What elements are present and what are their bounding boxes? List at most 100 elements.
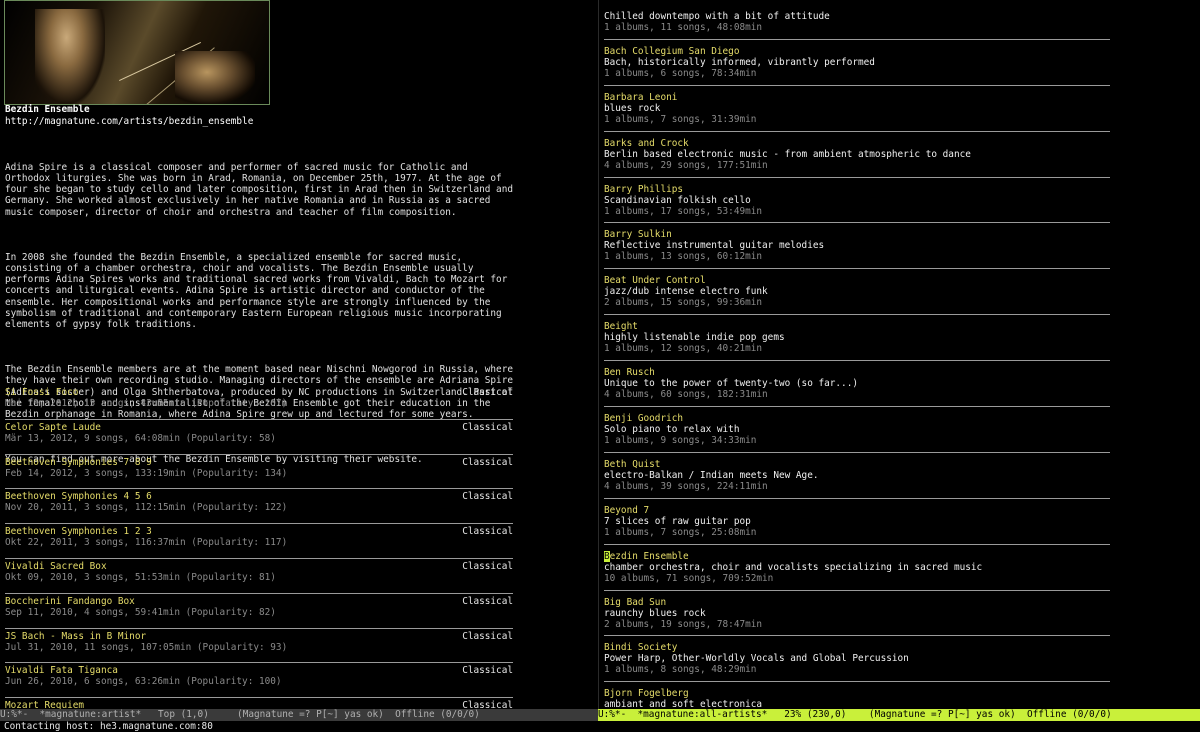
album-row[interactable]: Beethoven Symphonies 4 5 6 Classical Nov 2… xyxy=(5,489,513,525)
artist-row[interactable]: Benji Goodrich Solo piano to relax with 1 … xyxy=(604,407,1110,453)
album-genre: Classical xyxy=(462,595,513,607)
artist-row-name[interactable]: Big Bad Sun xyxy=(604,597,666,608)
artist-row-description: jazz/dub intense electro funk xyxy=(604,286,768,298)
artist-row-stats: 10 albums, 71 songs, 709:52min xyxy=(604,572,774,584)
artist-row[interactable]: Beat Under Control jazz/dub intense elect… xyxy=(604,269,1110,316)
artist-row[interactable]: Beyond 77 slices of raw guitar pop 1 albu… xyxy=(604,499,1110,545)
album-genre: Classical xyxy=(462,491,513,503)
artist-row-description: Bach, historically informed, vibrantly p… xyxy=(604,56,875,68)
artist-row-description: Berlin based electronic music - from amb… xyxy=(604,148,971,160)
artist-name: Bezdin Ensemble xyxy=(5,104,90,115)
album-title[interactable]: Boccherini Fandango Box xyxy=(5,596,135,607)
artist-row[interactable]: Beth Quist electro-Balkan / Indian meets … xyxy=(604,453,1110,499)
artist-row-description: 7 slices of raw guitar pop xyxy=(604,515,751,527)
mode-line-artist: U:%*- *magnatune:artist* Top (1,0) (Magn… xyxy=(0,709,598,721)
artist-row-description: Reflective instrumental guitar melodies xyxy=(604,240,825,252)
artist-row[interactable]: Ben Rusch Unique to the power of twenty-t… xyxy=(604,361,1110,408)
artist-row-stats: 1 albums, 6 songs, 78:34min xyxy=(604,67,757,79)
album-row[interactable]: Celor Sapte Laude Classical Mär 13, 2012, … xyxy=(5,420,513,455)
album-meta: Jun 26, 2010, 6 songs, 63:26min (Popular… xyxy=(5,676,282,688)
artist-row[interactable]: Bach Collegium San Diego Bach, historical… xyxy=(604,40,1110,86)
album-genre: Classical xyxy=(462,560,513,572)
artist-row[interactable]: Barbara Leoni blues rock 1 albums, 7 songs… xyxy=(604,86,1110,132)
artist-row-name[interactable]: Bezdin Ensemble xyxy=(604,550,689,562)
minibuffer-message: Contacting host: he3.magnatune.com:80 xyxy=(4,721,213,732)
artist-row[interactable]: Bindi Society Power Harp, Other-Worldly V… xyxy=(604,636,1110,683)
album-row[interactable]: Beethoven Symphonies 7 8 9 Classical Feb 1… xyxy=(5,455,513,490)
artist-row-stats: 1 albums, 9 songs, 34:33min xyxy=(604,435,757,447)
album-genre: Classical xyxy=(462,665,513,677)
artist-row-description: ambiant and soft electronica xyxy=(604,699,763,709)
album-title[interactable]: Celor Sapte Laude xyxy=(5,422,101,433)
artist-row-description: Power Harp, Other-Worldly Vocals and Glo… xyxy=(604,653,909,665)
artist-row[interactable]: Barks and Crock Berlin based electronic m… xyxy=(604,132,1110,178)
artist-row-name[interactable]: Beth Quist xyxy=(604,459,660,470)
artist-row-stats: 1 albums, 17 songs, 53:49min xyxy=(604,205,763,217)
album-row[interactable]: Boccherini Fandango Box Classical Sep 11, … xyxy=(5,594,513,629)
album-title[interactable]: JS Bach - Mass in B Minor xyxy=(5,631,146,642)
artist-row-description: Solo piano to relax with xyxy=(604,424,740,436)
artist-row-stats: 1 albums, 7 songs, 25:08min xyxy=(604,526,757,538)
artist-row-name[interactable]: Beyond 7 xyxy=(604,505,649,516)
artist-row-name[interactable]: Barbara Leoni xyxy=(604,92,677,103)
album-row[interactable]: Beethoven Symphonies 1 2 3 Classical Okt 2… xyxy=(5,524,513,559)
artist-row-stats: 4 albums, 29 songs, 177:51min xyxy=(604,159,768,171)
artist-row-name[interactable]: Beight xyxy=(604,321,638,332)
album-meta: Jul 31, 2010, 11 songs, 107:05min (Popul… xyxy=(5,641,288,653)
artist-row-description: Scandinavian folkish cello xyxy=(604,194,751,206)
artist-row-stats: 1 albums, 8 songs, 48:29min xyxy=(604,664,757,676)
artist-row[interactable]: Bezdin Ensemble chamber orchestra, choir … xyxy=(604,545,1110,591)
album-title[interactable]: Beethoven Symphonies 7 8 9 xyxy=(5,457,152,468)
album-row[interactable]: JS Bach - Mass in B Minor Classical Jul 31… xyxy=(5,629,513,664)
bio-paragraph: In 2008 she founded the Bezdin Ensemble,… xyxy=(5,251,513,331)
album-meta: Mai 19, 2012, 15 songs, 43:55min (Popula… xyxy=(5,398,288,409)
album-title[interactable]: Vivaldi Fata Tiganca xyxy=(5,665,118,676)
artist-row-name[interactable]: Barry Sulkin xyxy=(604,229,672,240)
album-row[interactable]: Mozart RequiemClassicalMai 28, 2010, 14 … xyxy=(5,698,513,709)
artist-row-stats: 2 albums, 19 songs, 78:47min xyxy=(604,618,763,630)
artist-row-name[interactable]: Beat Under Control xyxy=(604,275,706,286)
album-genre: Classical xyxy=(462,700,513,709)
album-genre: Classical xyxy=(462,421,513,433)
album-meta: Sep 11, 2010, 4 songs, 59:41min (Popular… xyxy=(5,606,276,618)
artist-row-stats: 4 albums, 60 songs, 182:31min xyxy=(604,389,768,401)
artist-buffer[interactable]: Bezdin Ensemble http://magnatune.com/art… xyxy=(0,0,598,709)
artist-row[interactable]: Barry Sulkin Reflective instrumental guit… xyxy=(604,223,1110,270)
artist-row-name[interactable]: Ben Rusch xyxy=(604,367,655,378)
text-cursor: B xyxy=(604,550,610,562)
artist-row-description: electro-Balkan / Indian meets New Age. xyxy=(604,469,819,481)
album-row[interactable]: Si Fossi Foco Classical Mai 19, 2012, 15 s… xyxy=(5,385,513,420)
all-artists-buffer[interactable]: Chilled downtempo with a bit of attitude… xyxy=(598,0,1200,709)
album-meta: Okt 22, 2011, 3 songs, 116:37min (Popula… xyxy=(5,537,288,549)
artist-row-name[interactable]: Barry Phillips xyxy=(604,184,683,195)
artist-row[interactable]: Bjorn Fogelberg ambiant and soft electron… xyxy=(604,682,1110,709)
artist-row-name[interactable]: Barks and Crock xyxy=(604,138,689,149)
artist-list: Chilled downtempo with a bit of attitude… xyxy=(604,0,1110,709)
artist-row[interactable]: Chilled downtempo with a bit of attitude… xyxy=(604,0,1110,40)
artist-row-name[interactable]: Bach Collegium San Diego xyxy=(604,46,739,57)
artist-row-name[interactable]: Bjorn Fogelberg xyxy=(604,688,689,699)
artist-row-description: Chilled downtempo with a bit of attitude xyxy=(604,11,830,22)
artist-row[interactable]: Barry Phillips Scandinavian folkish cello… xyxy=(604,178,1110,224)
album-row[interactable]: Vivaldi Fata Tiganca Classical Jun 26, 201… xyxy=(5,663,513,699)
album-meta: Feb 14, 2012, 3 songs, 133:19min (Popula… xyxy=(5,467,288,479)
artist-row[interactable]: Big Bad Sun raunchy blues rock 2 albums, 1… xyxy=(604,591,1110,637)
artist-row-description: chamber orchestra, choir and vocalists s… xyxy=(604,561,983,573)
artist-row-stats: 1 albums, 12 songs, 40:21min xyxy=(604,343,763,355)
album-title[interactable]: Beethoven Symphonies 1 2 3 xyxy=(5,526,152,537)
mode-line-all-artists: U:%*- *magnatune:all-artists* 23% (230,0… xyxy=(598,709,1200,721)
album-title[interactable]: Mozart Requiem xyxy=(5,700,84,709)
artist-row-stats: 2 albums, 15 songs, 99:36min xyxy=(604,297,763,309)
album-title[interactable]: Beethoven Symphonies 4 5 6 xyxy=(5,491,152,502)
artist-row-name[interactable]: Bindi Society xyxy=(604,642,677,653)
album-title[interactable]: Vivaldi Sacred Box xyxy=(5,561,107,572)
artist-row-stats: 1 albums, 13 songs, 60:12min xyxy=(604,251,763,263)
album-row[interactable]: Vivaldi Sacred Box Classical Okt 09, 2010,… xyxy=(5,559,513,594)
artist-row[interactable]: Beight highly listenable indie pop gems 1 … xyxy=(604,315,1110,362)
artist-url-link[interactable]: http://magnatune.com/artists/bezdin_ense… xyxy=(5,116,253,127)
album-title[interactable]: Si Fossi Foco xyxy=(5,387,78,398)
artist-row-name[interactable]: Benji Goodrich xyxy=(604,413,683,424)
album-list: Si Fossi Foco Classical Mai 19, 2012, 15 s… xyxy=(5,385,513,709)
artist-row-description: raunchy blues rock xyxy=(604,607,706,619)
artist-row-description: highly listenable indie pop gems xyxy=(604,332,785,344)
